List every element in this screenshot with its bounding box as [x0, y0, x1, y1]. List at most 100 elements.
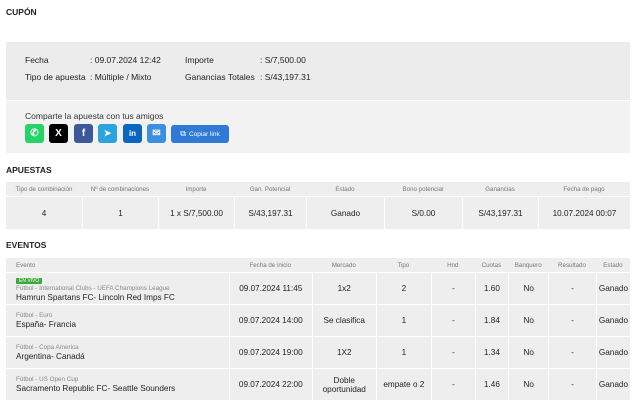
col-num-combinaciones: Nº de combinaciones	[90, 185, 150, 193]
cell-banquero: No	[508, 368, 549, 400]
cell-evento: Fútbol - Copa America Argentina- Canadá	[6, 336, 229, 368]
col-mercado: Mercado	[331, 261, 356, 269]
tipo-apuesta-label: Tipo de apuesta	[25, 72, 86, 82]
telegram-button[interactable]: ➤	[98, 124, 117, 143]
cell-mercado: Doble oportunidad	[311, 368, 376, 400]
cell-resultado: -	[548, 304, 596, 336]
importe-label: Importe	[185, 55, 214, 65]
cell-fecha-inicio: 09.07.2024 19:00	[228, 336, 312, 368]
ganancias-totales-label: Ganancias Totales	[185, 72, 255, 82]
cell-banquero: No	[508, 272, 549, 304]
facebook-button[interactable]: f	[74, 124, 93, 143]
col-gan-potencial: Gan. Potencial	[249, 185, 291, 193]
event-match: Hamrun Spartans FC- Lincoln Red Imps FC	[16, 292, 175, 302]
share-label: Comparte la apuesta con tus amigos	[25, 111, 164, 121]
cell-hnd: -	[431, 272, 475, 304]
cell-evento: EN VIVO Fútbol - International Clubs - U…	[6, 272, 229, 304]
cell-gan-potencial: S/43,197.31	[234, 196, 306, 229]
cell-resultado: -	[548, 272, 596, 304]
cell-cuota: 1.84	[474, 304, 509, 336]
cell-resultado: -	[548, 368, 596, 400]
cell-hnd: -	[431, 304, 475, 336]
whatsapp-button[interactable]: ✆	[25, 124, 44, 143]
cell-mercado: 1X2	[311, 336, 376, 368]
cell-tipo: 1	[375, 304, 432, 336]
col-hnd: Hnd	[447, 261, 459, 269]
fecha-value: : 09.07.2024 12:42	[90, 55, 161, 65]
bet-info-panel: Fecha : 09.07.2024 12:42 Tipo de apuesta…	[6, 42, 630, 100]
cell-cuota: 1.46	[474, 368, 509, 400]
cupon-title: CUPÓN	[6, 7, 37, 17]
cell-importe: 1 x S/7,500.00	[158, 196, 234, 229]
event-league: Fútbol - International Clubs - UEFA Cham…	[16, 284, 170, 292]
telegram-icon: ➤	[103, 128, 112, 138]
cell-evento: Fútbol - US Open Cup Sacramento Republic…	[6, 368, 229, 400]
x-button[interactable]: X	[49, 124, 68, 143]
col-fecha-inicio: Fecha de inicio	[249, 261, 292, 269]
table-row: Fútbol - US Open Cup Sacramento Republic…	[6, 368, 630, 400]
event-match: Sacramento Republic FC- Seattle Sounders	[16, 383, 176, 393]
cell-bono-potencial: S/0.00	[384, 196, 462, 229]
col-tipo-combinacion: Tipo de combinación	[15, 185, 73, 193]
copy-link-button[interactable]: ⧉ Copiar link	[171, 125, 229, 143]
linkedin-button[interactable]: in	[123, 124, 142, 143]
linkedin-icon: in	[128, 129, 137, 138]
cell-estado: Ganado	[595, 304, 630, 336]
whatsapp-icon: ✆	[30, 128, 39, 139]
tipo-apuesta-value: : Múltiple / Mixto	[90, 72, 152, 82]
col-banquero: Banquero	[514, 261, 542, 269]
ganancias-totales-value: : S/43,197.31	[260, 72, 311, 82]
cell-cuota: 1.60	[474, 272, 509, 304]
eventos-title: EVENTOS	[6, 240, 47, 250]
table-row: Fútbol - Euro España- Francia 09.07.2024…	[6, 304, 630, 336]
col-ganancias: Ganancias	[485, 185, 515, 193]
copy-link-label: Copiar link	[189, 130, 220, 138]
event-league: Fútbol - Copa America	[16, 343, 79, 351]
copy-icon: ⧉	[180, 129, 186, 138]
cell-estado: Ganado	[595, 272, 630, 304]
cell-tipo-combinacion: 4	[6, 196, 82, 229]
cell-tipo: empate o 2	[375, 368, 432, 400]
apuestas-header-row: Tipo de combinación Nº de combinaciones …	[6, 182, 630, 196]
cell-fecha-inicio: 09.07.2024 14:00	[228, 304, 312, 336]
cell-evento: Fútbol - Euro España- Francia	[6, 304, 229, 336]
live-badge: EN VIVO	[16, 277, 43, 284]
event-league: Fútbol - US Open Cup	[16, 375, 79, 383]
col-bono-potencial: Bono potencial	[402, 185, 444, 193]
cell-num-combinaciones: 1	[82, 196, 158, 229]
cell-fecha-inicio: 09.07.2024 22:00	[228, 368, 312, 400]
facebook-icon: f	[81, 128, 86, 139]
cell-mercado: Se clasifica	[311, 304, 376, 336]
table-row: 4 1 1 x S/7,500.00 S/43,197.31 Ganado S/…	[6, 196, 630, 229]
cell-banquero: No	[508, 336, 549, 368]
cell-tipo: 1	[375, 336, 432, 368]
col-fecha-pago: Fecha de pago	[563, 185, 605, 193]
col-estado: Estado	[335, 185, 355, 193]
cell-tipo: 2	[375, 272, 432, 304]
cell-hnd: -	[431, 368, 475, 400]
share-panel: Comparte la apuesta con tus amigos ✆ X f…	[6, 101, 630, 153]
eventos-table: Evento Fecha de inicio Mercado Tipo Hnd …	[6, 258, 630, 400]
col-resultado: Resultado	[558, 261, 586, 269]
x-icon: X	[55, 128, 62, 139]
apuestas-title: APUESTAS	[6, 165, 52, 175]
email-icon: ✉	[152, 128, 161, 139]
event-match: España- Francia	[16, 319, 77, 329]
email-button[interactable]: ✉	[147, 124, 166, 143]
cell-resultado: -	[548, 336, 596, 368]
table-row: Fútbol - Copa America Argentina- Canadá …	[6, 336, 630, 368]
cell-estado: Ganado	[595, 336, 630, 368]
cell-ganancias: S/43,197.31	[462, 196, 538, 229]
cell-cuota: 1.34	[474, 336, 509, 368]
event-match: Argentina- Canadá	[16, 351, 85, 361]
col-estado: Estado	[603, 261, 623, 269]
col-cuotas: Cuotas	[481, 261, 502, 269]
table-row: EN VIVO Fútbol - International Clubs - U…	[6, 272, 630, 304]
cell-estado: Ganado	[306, 196, 384, 229]
cell-hnd: -	[431, 336, 475, 368]
fecha-label: Fecha	[25, 55, 49, 65]
cell-estado: Ganado	[595, 368, 630, 400]
eventos-header-row: Evento Fecha de inicio Mercado Tipo Hnd …	[6, 258, 630, 272]
col-importe: Importe	[185, 185, 207, 193]
cell-banquero: No	[508, 304, 549, 336]
